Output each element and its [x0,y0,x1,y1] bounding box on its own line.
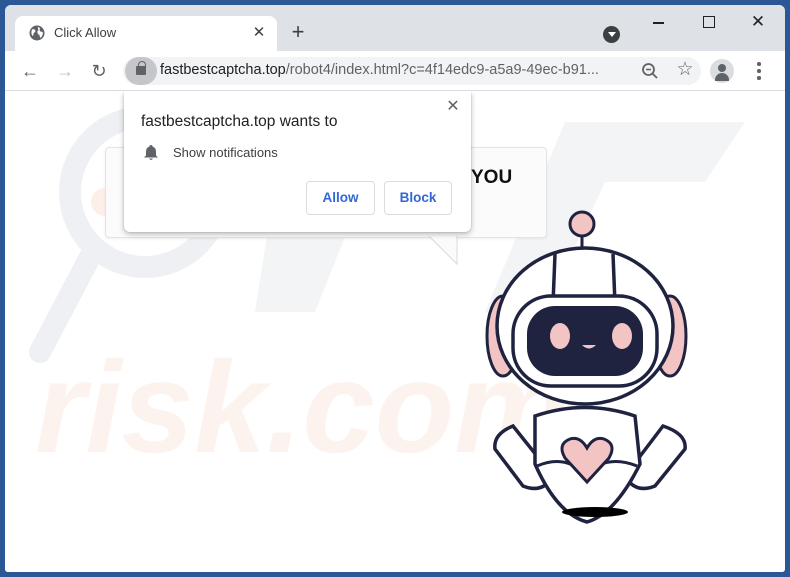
allow-button[interactable]: Allow [306,181,375,215]
tab-title: Click Allow [54,25,117,40]
profile-avatar-button[interactable] [710,59,734,83]
menu-dot [757,69,761,73]
popup-close-button[interactable]: ✕ [444,98,462,116]
robot-eye-left [550,323,570,349]
reload-button[interactable]: ↻ [87,59,111,83]
tab-close-button[interactable]: ✕ [249,23,269,43]
address-bar[interactable]: fastbestcaptcha.top/robot4/index.html?c=… [123,57,701,85]
robot-illustration [485,210,688,524]
site-info-button[interactable] [125,57,157,85]
speech-bubble-text: YOU [471,167,513,188]
robot-shadow [562,507,628,517]
robot-eye-right [612,323,632,349]
permission-text: Show notifications [173,145,278,160]
forward-button[interactable]: → [53,59,77,83]
bookmark-star-icon[interactable]: ☆ [674,59,696,81]
toolbar: ← → ↻ fastbestcaptcha.top/robot4/index.h… [5,51,785,91]
browser-window: Click Allow ✕ + ✕ ← → ↻ fastbestcaptcha.… [5,5,785,572]
zoom-out-icon[interactable] [640,61,660,81]
bell-icon [144,145,158,160]
lock-icon [136,61,146,75]
minimize-button[interactable] [639,11,679,35]
block-button[interactable]: Block [384,181,452,215]
tab-search-button[interactable] [603,26,620,43]
popup-title: fastbestcaptcha.top wants to [141,113,338,130]
globe-icon [29,25,45,41]
chrome-menu-button[interactable] [751,59,767,83]
speech-bubble-tail [429,236,458,266]
url-path: /robot4/index.html?c=4f14edc9-a5a9-49ec-… [285,62,599,78]
new-tab-button[interactable]: + [285,20,311,46]
menu-dot [757,76,761,80]
notification-permission-popup: fastbestcaptcha.top wants to ✕ Show noti… [124,92,471,232]
url-host: fastbestcaptcha.top [160,62,286,78]
window-close-button[interactable]: ✕ [738,11,778,35]
tab-strip: Click Allow ✕ + ✕ [5,5,785,51]
menu-dot [757,62,761,66]
maximize-button[interactable] [689,11,729,35]
robot-antenna [568,210,596,248]
page-content: risk.com YOU fastbestcaptcha.top wants t… [5,92,785,572]
tab-click-allow[interactable]: Click Allow ✕ [15,16,277,51]
url-text[interactable]: fastbestcaptcha.top/robot4/index.html?c=… [160,62,599,78]
back-button[interactable]: ← [18,59,42,83]
